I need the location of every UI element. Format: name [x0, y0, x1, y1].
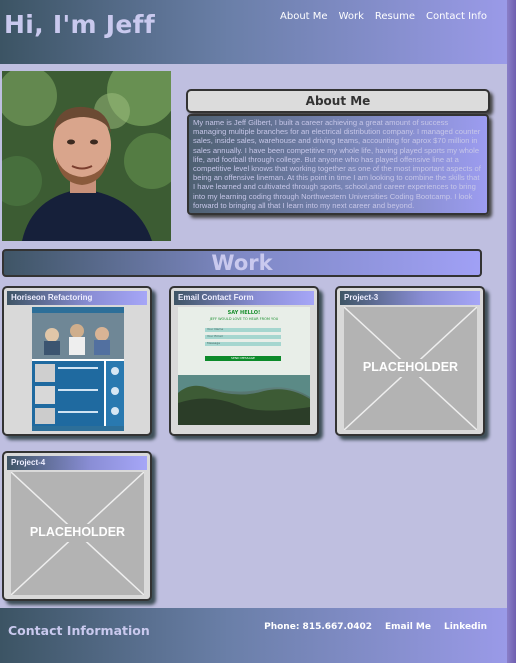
project-title: Project-4 — [7, 456, 147, 470]
nav-contact-link[interactable]: Contact Info — [426, 11, 487, 22]
work-heading: Work — [2, 249, 482, 277]
profile-photo — [2, 71, 171, 241]
project-screenshot[interactable]: SAY HELLO! JEFF WOULD LOVE TO HEAR FROM … — [178, 307, 310, 425]
email-form-subheading: JEFF WOULD LOVE TO HEAR FROM YOU — [209, 317, 279, 321]
footer-links: Phone: 815.667.0402 Email Me Linkedin — [264, 622, 487, 632]
placeholder-image[interactable]: PLACEHOLDER — [11, 472, 144, 595]
placeholder-label: PLACEHOLDER — [362, 360, 459, 374]
email-form-email-field: Your Email — [207, 334, 223, 338]
site-header: Hi, I'm Jeff About Me Work Resume Contac… — [0, 0, 507, 64]
page: Hi, I'm Jeff About Me Work Resume Contac… — [0, 0, 507, 663]
project-title: Project-3 — [340, 291, 480, 305]
footer-linkedin-link[interactable]: Linkedin — [444, 622, 487, 632]
site-footer: Contact Information Phone: 815.667.0402 … — [0, 608, 507, 663]
about-heading: About Me — [186, 89, 490, 113]
email-form-send-button: SEND MESSAGE — [231, 356, 255, 360]
footer-email-link[interactable]: Email Me — [385, 622, 431, 632]
main-nav: About Me Work Resume Contact Info — [280, 11, 487, 22]
profile-photo-image — [2, 71, 171, 241]
about-text: My name is Jeff Gilbert, I built a caree… — [187, 114, 489, 215]
project-card-email-form[interactable]: Email Contact Form SAY HELLO! JEFF WOULD… — [169, 286, 319, 436]
nav-about-link[interactable]: About Me — [280, 11, 328, 22]
project-card-4[interactable]: Project-4 PLACEHOLDER — [2, 451, 152, 601]
email-form-name-field: Your Name — [207, 327, 224, 331]
footer-phone-link[interactable]: Phone: 815.667.0402 — [264, 622, 372, 632]
placeholder-label: PLACEHOLDER — [29, 525, 126, 539]
project-title: Email Contact Form — [174, 291, 314, 305]
project-title: Horiseon Refactoring — [7, 291, 147, 305]
project-card-3[interactable]: Project-3 PLACEHOLDER — [335, 286, 485, 436]
project-screenshot[interactable] — [32, 307, 124, 431]
site-title: Hi, I'm Jeff — [4, 10, 156, 39]
footer-title: Contact Information — [8, 623, 150, 638]
placeholder-image[interactable]: PLACEHOLDER — [344, 307, 477, 430]
email-form-heading: SAY HELLO! — [227, 310, 261, 316]
nav-resume-link[interactable]: Resume — [375, 11, 415, 22]
project-card-horiseon[interactable]: Horiseon Refactoring — [2, 286, 152, 436]
nav-work-link[interactable]: Work — [339, 11, 364, 22]
page-edge-decoration — [507, 0, 516, 663]
email-form-message-field: Message — [207, 341, 221, 345]
